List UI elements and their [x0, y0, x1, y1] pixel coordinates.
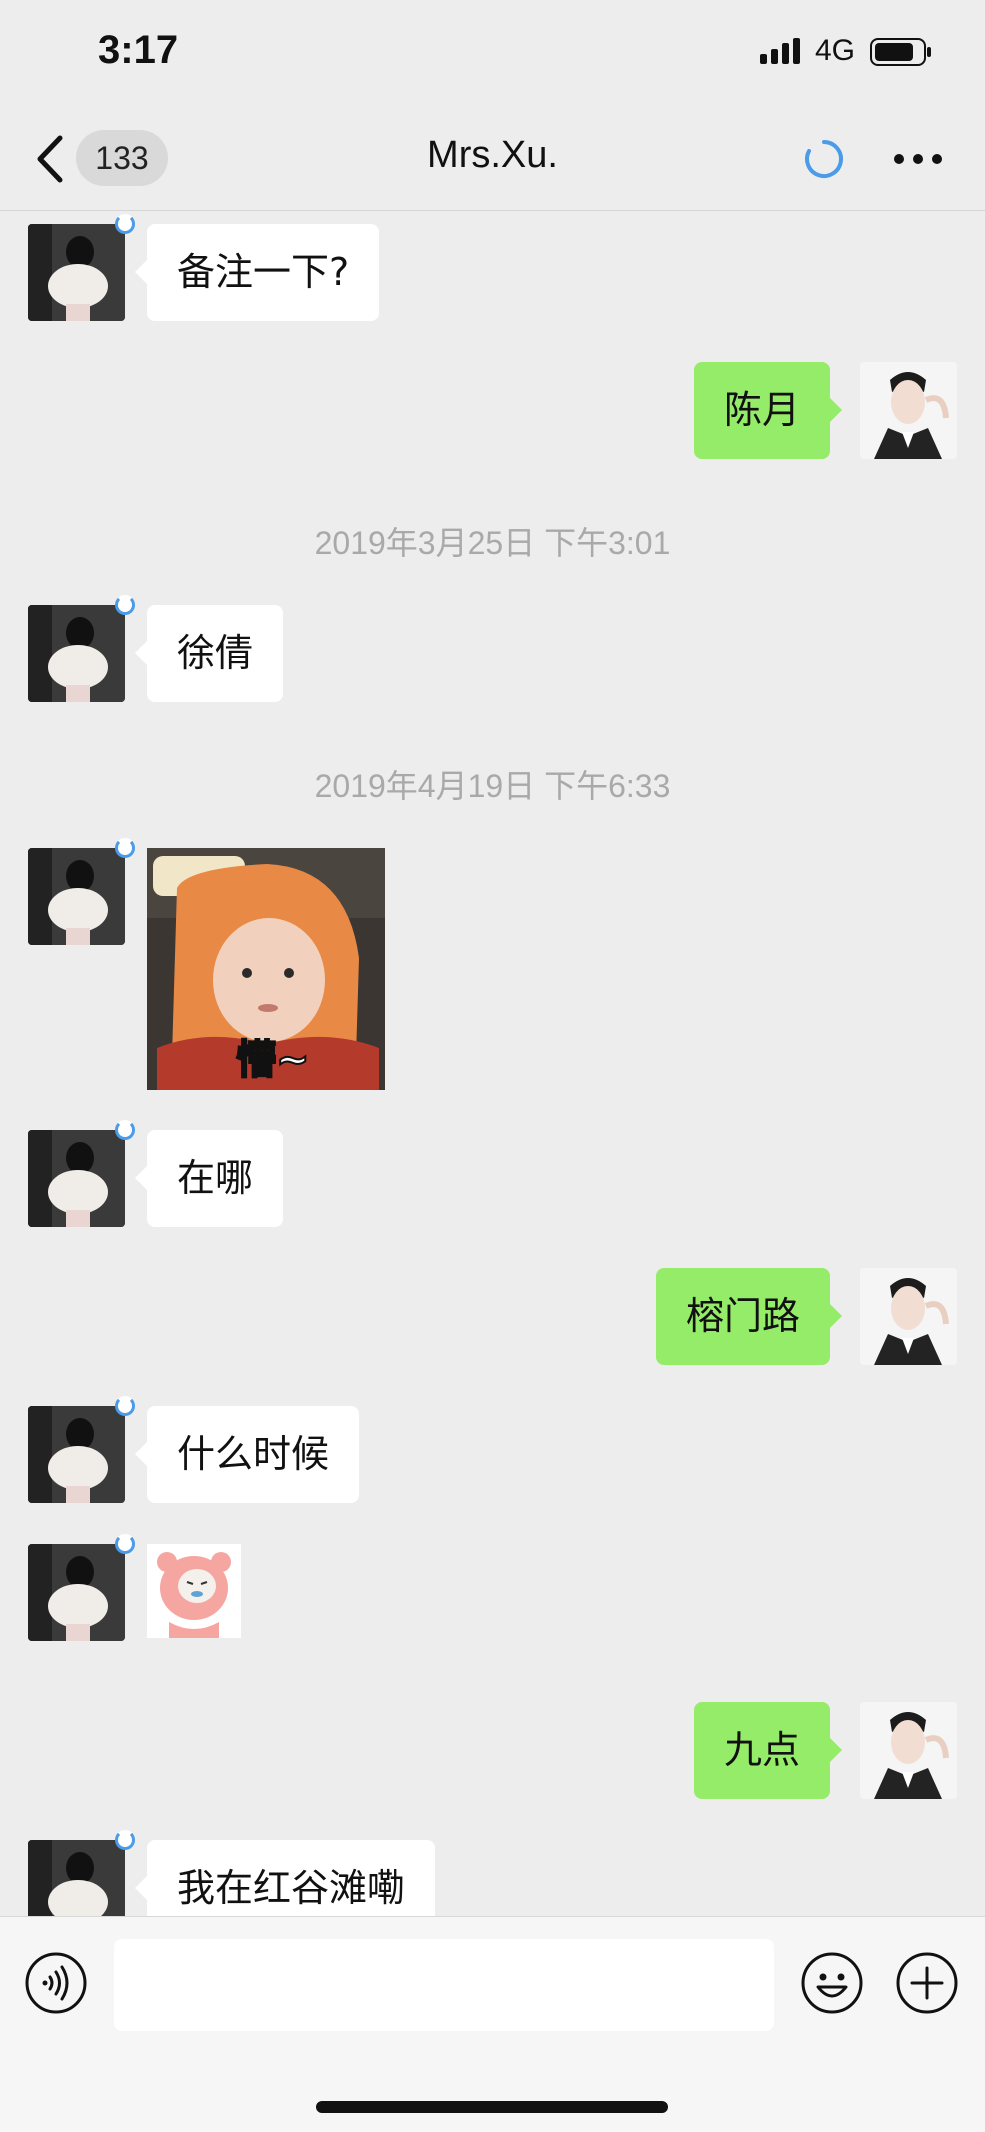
message-timestamp: 2019年4月19日 下午6:33: [314, 768, 671, 804]
network-type: 4G: [815, 34, 856, 67]
contact-status-icon: [115, 1120, 135, 1140]
message-list[interactable]: 备注一下? 陈月 2019年3月25日 下午3:01 徐倩 2019年4月19日…: [0, 210, 985, 1916]
message-bubble-incoming[interactable]: 徐倩: [134, 605, 284, 702]
contact-avatar[interactable]: [28, 1544, 125, 1641]
message-bubble-outgoing[interactable]: 榕门路: [655, 1268, 843, 1365]
contact-avatar[interactable]: [28, 1840, 125, 1916]
sticker-image: 懵~: [147, 848, 385, 1090]
contact-avatar[interactable]: [28, 1406, 125, 1503]
my-avatar-image: [860, 1702, 957, 1799]
contact-status-icon: [115, 1830, 135, 1850]
message-input[interactable]: [114, 1939, 774, 2031]
contact-status-icon: [115, 214, 135, 234]
contact-status-icon: [115, 1534, 135, 1554]
message-bubble-incoming[interactable]: 什么时候: [134, 1406, 360, 1503]
sticker-message[interactable]: [147, 1544, 241, 1638]
message-bubble-incoming[interactable]: 我在红谷滩嘞: [134, 1840, 436, 1916]
pink-sticker-image: [147, 1544, 241, 1638]
contact-avatar-image: [28, 848, 125, 945]
contact-avatar[interactable]: [28, 605, 125, 702]
message-bubble-outgoing[interactable]: 陈月: [693, 362, 843, 459]
input-bar: [0, 1916, 985, 2132]
home-indicator[interactable]: [316, 2101, 668, 2113]
contact-status-icon: [115, 838, 135, 858]
contact-avatar-image: [28, 1840, 125, 1916]
my-avatar[interactable]: [860, 1702, 957, 1799]
battery-icon: [870, 38, 931, 66]
contact-avatar-image: [28, 1406, 125, 1503]
voice-icon[interactable]: [24, 1951, 88, 2015]
emoji-icon[interactable]: [800, 1951, 864, 2015]
status-bar: 3:17 4G: [0, 0, 985, 108]
sticker-message[interactable]: 懵~: [147, 848, 385, 1090]
sticker-caption: 懵~: [236, 1037, 310, 1083]
contact-avatar-image: [28, 605, 125, 702]
loading-icon: [805, 140, 843, 178]
chat-header: 133 Mrs.Xu.: [0, 108, 985, 211]
message-bubble-incoming[interactable]: 备注一下?: [134, 224, 380, 321]
my-avatar-image: [860, 362, 957, 459]
contact-avatar-image: [28, 1544, 125, 1641]
status-time: 3:17: [98, 28, 179, 72]
my-avatar-image: [860, 1268, 957, 1365]
my-avatar[interactable]: [860, 362, 957, 459]
contact-avatar[interactable]: [28, 224, 125, 321]
more-icon[interactable]: [893, 152, 943, 166]
contact-status-icon: [115, 595, 135, 615]
plus-icon[interactable]: [895, 1951, 959, 2015]
signal-icon: [760, 38, 800, 64]
contact-avatar[interactable]: [28, 848, 125, 945]
message-bubble-incoming[interactable]: 在哪: [134, 1130, 284, 1227]
contact-avatar-image: [28, 1130, 125, 1227]
message-timestamp: 2019年3月25日 下午3:01: [314, 525, 671, 561]
contact-avatar-image: [28, 224, 125, 321]
contact-status-icon: [115, 1396, 135, 1416]
my-avatar[interactable]: [860, 1268, 957, 1365]
contact-avatar[interactable]: [28, 1130, 125, 1227]
message-bubble-outgoing[interactable]: 九点: [693, 1702, 843, 1799]
